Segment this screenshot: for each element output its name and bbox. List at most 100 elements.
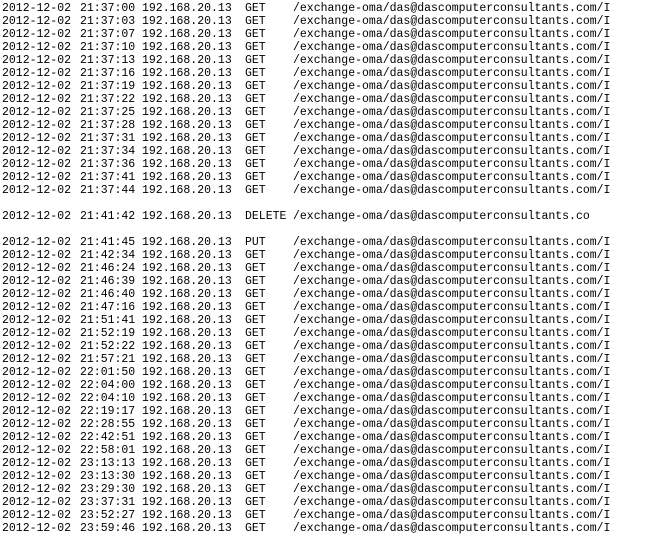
log-date: 2012-12-02 bbox=[2, 80, 80, 93]
log-line: 2012-12-0221:51:41192.168.20.13GET/excha… bbox=[2, 314, 668, 327]
log-ip: 192.168.20.13 bbox=[142, 80, 245, 93]
log-ip: 192.168.20.13 bbox=[142, 457, 245, 470]
log-time: 21:37:19 bbox=[80, 80, 142, 93]
log-line: 2012-12-0221:37:44192.168.20.13GET/excha… bbox=[2, 184, 668, 197]
log-ip: 192.168.20.13 bbox=[142, 158, 245, 171]
log-path: /exchange-oma/das@dascomputerconsultants… bbox=[293, 262, 610, 275]
log-time: 21:37:22 bbox=[80, 93, 142, 106]
log-line: 2012-12-0223:13:13192.168.20.13GET/excha… bbox=[2, 457, 668, 470]
log-ip: 192.168.20.13 bbox=[142, 522, 245, 535]
log-time: 23:37:31 bbox=[80, 496, 142, 509]
log-line: 2012-12-0221:37:36192.168.20.13GET/excha… bbox=[2, 158, 668, 171]
log-time: 21:41:42 bbox=[80, 210, 142, 223]
log-ip: 192.168.20.13 bbox=[142, 171, 245, 184]
log-path: /exchange-oma/das@dascomputerconsultants… bbox=[293, 288, 610, 301]
log-ip: 192.168.20.13 bbox=[142, 106, 245, 119]
log-line: 2012-12-0221:52:22192.168.20.13GET/excha… bbox=[2, 340, 668, 353]
log-path: /exchange-oma/das@dascomputerconsultants… bbox=[293, 353, 610, 366]
log-line: 2012-12-0221:41:45192.168.20.13PUT/excha… bbox=[2, 236, 668, 249]
log-time: 21:52:22 bbox=[80, 340, 142, 353]
log-path: /exchange-oma/das@dascomputerconsultants… bbox=[293, 15, 610, 28]
log-ip: 192.168.20.13 bbox=[142, 314, 245, 327]
log-method: GET bbox=[245, 496, 293, 509]
log-date: 2012-12-02 bbox=[2, 210, 80, 223]
log-line: 2012-12-0221:46:39192.168.20.13GET/excha… bbox=[2, 275, 668, 288]
log-ip: 192.168.20.13 bbox=[142, 41, 245, 54]
log-ip: 192.168.20.13 bbox=[142, 327, 245, 340]
log-method: GET bbox=[245, 171, 293, 184]
log-method: GET bbox=[245, 119, 293, 132]
log-time: 21:37:00 bbox=[80, 2, 142, 15]
log-time: 21:37:16 bbox=[80, 67, 142, 80]
log-ip: 192.168.20.13 bbox=[142, 353, 245, 366]
log-path: /exchange-oma/das@dascomputerconsultants… bbox=[293, 275, 610, 288]
log-method: GET bbox=[245, 41, 293, 54]
log-line: 2012-12-0223:13:30192.168.20.13GET/excha… bbox=[2, 470, 668, 483]
log-method: GET bbox=[245, 379, 293, 392]
log-line: 2012-12-0221:37:25192.168.20.13GET/excha… bbox=[2, 106, 668, 119]
log-time: 21:37:28 bbox=[80, 119, 142, 132]
log-ip: 192.168.20.13 bbox=[142, 132, 245, 145]
log-date: 2012-12-02 bbox=[2, 28, 80, 41]
log-time: 23:52:27 bbox=[80, 509, 142, 522]
log-date: 2012-12-02 bbox=[2, 301, 80, 314]
log-method: GET bbox=[245, 132, 293, 145]
log-line: 2012-12-0221:46:40192.168.20.13GET/excha… bbox=[2, 288, 668, 301]
log-date: 2012-12-02 bbox=[2, 496, 80, 509]
log-ip: 192.168.20.13 bbox=[142, 93, 245, 106]
log-ip: 192.168.20.13 bbox=[142, 431, 245, 444]
log-line: 2012-12-0221:37:41192.168.20.13GET/excha… bbox=[2, 171, 668, 184]
log-date: 2012-12-02 bbox=[2, 184, 80, 197]
log-method: DELETE bbox=[245, 210, 293, 223]
log-method: GET bbox=[245, 353, 293, 366]
log-date: 2012-12-02 bbox=[2, 158, 80, 171]
log-path: /exchange-oma/das@dascomputerconsultants… bbox=[293, 314, 610, 327]
log-method: GET bbox=[245, 275, 293, 288]
log-path: /exchange-oma/das@dascomputerconsultants… bbox=[293, 28, 610, 41]
log-time: 22:19:17 bbox=[80, 405, 142, 418]
log-ip: 192.168.20.13 bbox=[142, 236, 245, 249]
log-time: 21:37:34 bbox=[80, 145, 142, 158]
log-method: GET bbox=[245, 93, 293, 106]
log-path: /exchange-oma/das@dascomputerconsultants… bbox=[293, 379, 610, 392]
log-date: 2012-12-02 bbox=[2, 119, 80, 132]
log-date: 2012-12-02 bbox=[2, 249, 80, 262]
log-method: GET bbox=[245, 249, 293, 262]
log-date: 2012-12-02 bbox=[2, 106, 80, 119]
log-time: 21:37:03 bbox=[80, 15, 142, 28]
log-ip: 192.168.20.13 bbox=[142, 119, 245, 132]
log-line: 2012-12-0221:52:19192.168.20.13GET/excha… bbox=[2, 327, 668, 340]
log-time: 21:37:13 bbox=[80, 54, 142, 67]
log-date: 2012-12-02 bbox=[2, 470, 80, 483]
log-date: 2012-12-02 bbox=[2, 418, 80, 431]
log-method: GET bbox=[245, 106, 293, 119]
log-time: 21:47:16 bbox=[80, 301, 142, 314]
log-path: /exchange-oma/das@dascomputerconsultants… bbox=[293, 366, 610, 379]
log-ip: 192.168.20.13 bbox=[142, 28, 245, 41]
log-line: 2012-12-0221:37:16192.168.20.13GET/excha… bbox=[2, 67, 668, 80]
log-ip: 192.168.20.13 bbox=[142, 496, 245, 509]
log-ip: 192.168.20.13 bbox=[142, 405, 245, 418]
log-method: GET bbox=[245, 431, 293, 444]
log-method: GET bbox=[245, 444, 293, 457]
log-time: 21:37:44 bbox=[80, 184, 142, 197]
log-method: GET bbox=[245, 405, 293, 418]
log-path: /exchange-oma/das@dascomputerconsultants… bbox=[293, 444, 610, 457]
log-date: 2012-12-02 bbox=[2, 93, 80, 106]
log-line: 2012-12-0221:37:03192.168.20.13GET/excha… bbox=[2, 15, 668, 28]
log-date: 2012-12-02 bbox=[2, 54, 80, 67]
log-ip: 192.168.20.13 bbox=[142, 483, 245, 496]
log-method: PUT bbox=[245, 236, 293, 249]
log-line: 2012-12-0221:46:24192.168.20.13GET/excha… bbox=[2, 262, 668, 275]
log-method: GET bbox=[245, 15, 293, 28]
log-ip: 192.168.20.13 bbox=[142, 2, 245, 15]
log-date: 2012-12-02 bbox=[2, 288, 80, 301]
log-time: 22:42:51 bbox=[80, 431, 142, 444]
log-ip: 192.168.20.13 bbox=[142, 444, 245, 457]
log-ip: 192.168.20.13 bbox=[142, 275, 245, 288]
log-ip: 192.168.20.13 bbox=[142, 54, 245, 67]
log-path: /exchange-oma/das@dascomputerconsultants… bbox=[293, 158, 610, 171]
log-date: 2012-12-02 bbox=[2, 327, 80, 340]
log-time: 23:59:46 bbox=[80, 522, 142, 535]
log-line: 2012-12-0221:37:28192.168.20.13GET/excha… bbox=[2, 119, 668, 132]
